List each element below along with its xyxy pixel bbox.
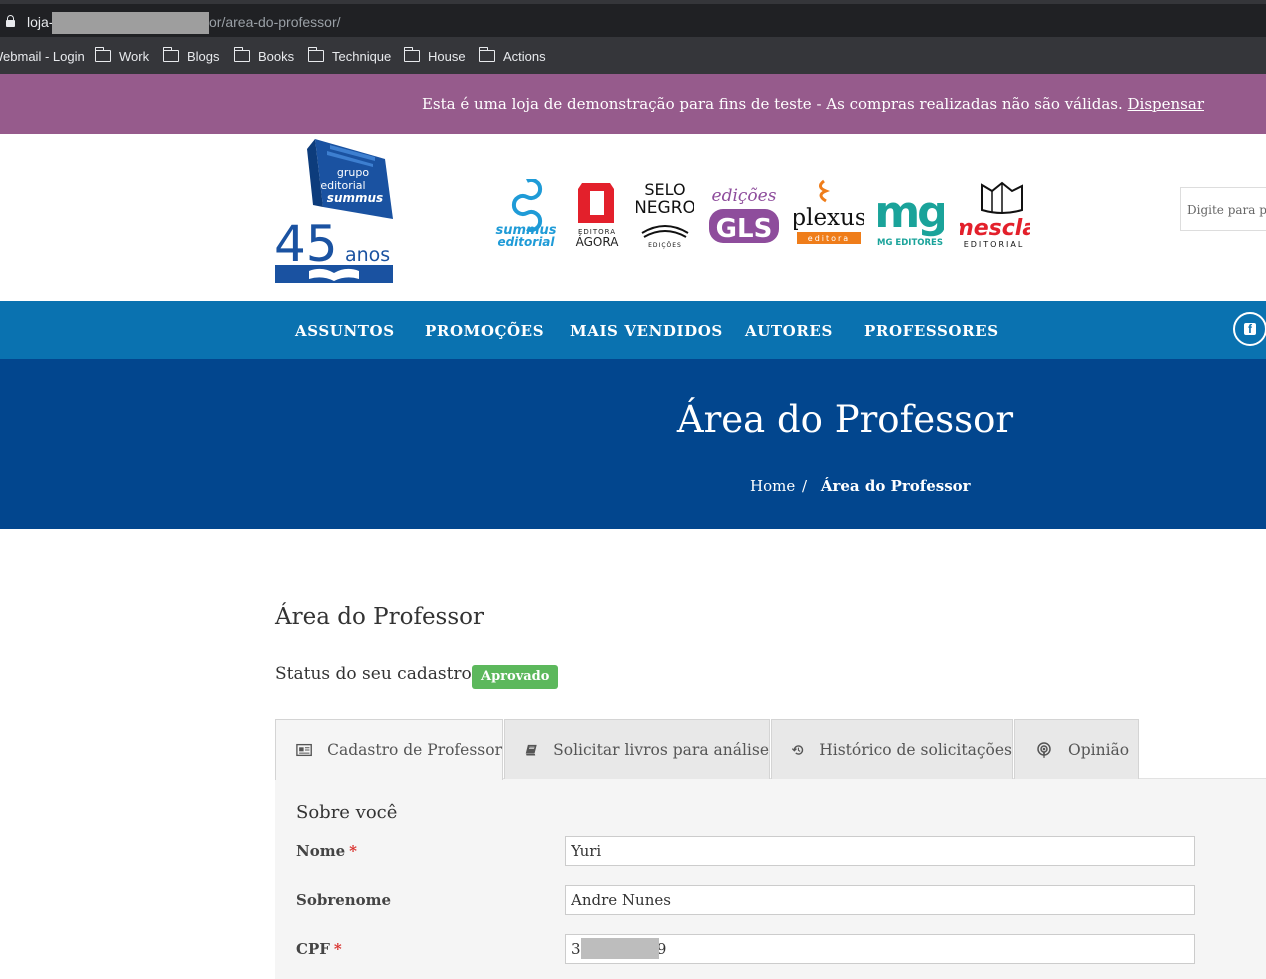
breadcrumb-current: Área do Professor bbox=[820, 477, 971, 495]
breadcrumb: Home / Área do Professor bbox=[750, 477, 971, 495]
breadcrumb-home-link[interactable]: Home bbox=[750, 477, 795, 495]
status-label: Status do seu cadastro: bbox=[275, 664, 478, 684]
mg-editores-logo[interactable]: mg MG EDITORES bbox=[876, 179, 944, 249]
page-hero-banner: Área do Professor Home / Área do Profess… bbox=[0, 359, 1266, 529]
mescla-editorial-logo[interactable]: mescla EDITORIAL bbox=[960, 179, 1030, 249]
tab-solicitar-livros[interactable]: Solicitar livros para análise bbox=[504, 719, 770, 779]
svg-text:NEGRO: NEGRO bbox=[636, 198, 694, 218]
tab-label: Solicitar livros para análise bbox=[553, 740, 769, 759]
dismiss-link[interactable]: Dispensar bbox=[1128, 95, 1204, 113]
svg-text:editora: editora bbox=[808, 234, 850, 243]
folder-icon bbox=[307, 47, 324, 62]
folder-icon bbox=[162, 47, 179, 62]
svg-text:SELO: SELO bbox=[644, 180, 685, 199]
tab-label: Cadastro de Professor bbox=[327, 741, 502, 759]
nav-item-autores[interactable]: AUTORES bbox=[745, 322, 833, 340]
bookmark-folder-actions[interactable]: Actions bbox=[478, 47, 546, 65]
facebook-icon[interactable]: f bbox=[1233, 312, 1266, 346]
cpf-redaction bbox=[581, 938, 659, 959]
grupo-summus-45-anos-logo[interactable]: grupo editorial summus 45 anos bbox=[275, 137, 395, 283]
bookmarks-bar: Webmail - Login Work Blogs Books Techniq… bbox=[0, 37, 1266, 74]
nav-item-assuntos[interactable]: ASSUNTOS bbox=[295, 322, 395, 340]
search-input[interactable]: Digite para pes bbox=[1180, 187, 1266, 231]
edicoes-gls-logo[interactable]: edições GLS bbox=[707, 179, 782, 249]
profile-card-icon bbox=[296, 743, 312, 757]
bookmark-folder-blogs[interactable]: Blogs bbox=[162, 47, 220, 65]
folder-icon bbox=[94, 47, 111, 62]
nome-input[interactable] bbox=[565, 836, 1195, 866]
folder-icon bbox=[233, 47, 250, 62]
url-host[interactable]: loja- bbox=[27, 14, 53, 30]
nav-item-promocoes[interactable]: PROMOÇÕES bbox=[425, 322, 544, 340]
plexus-editora-logo[interactable]: plexus editora bbox=[794, 179, 864, 249]
status-badge: Aprovado bbox=[472, 665, 559, 689]
notice-text: Esta é uma loja de demonstração para fin… bbox=[421, 95, 1123, 113]
tab-strip-edge bbox=[0, 0, 1266, 4]
section-title: Sobre você bbox=[296, 802, 398, 823]
nav-item-mais-vendidos[interactable]: MAIS VENDIDOS bbox=[570, 322, 723, 340]
history-icon bbox=[792, 744, 804, 755]
browser-address-bar[interactable]: loja- or/area-do-professor/ bbox=[0, 0, 1266, 37]
summus-editorial-logo[interactable]: summus editorial bbox=[495, 179, 557, 249]
required-asterisk: * bbox=[349, 842, 357, 860]
svg-text:edições: edições bbox=[712, 186, 777, 206]
breadcrumb-separator: / bbox=[802, 477, 808, 495]
selo-negro-logo[interactable]: SELO NEGRO EDIÇÕES bbox=[636, 179, 694, 249]
required-asterisk: * bbox=[333, 940, 342, 958]
svg-text:MG EDITORES: MG EDITORES bbox=[877, 238, 943, 248]
book-icon bbox=[525, 744, 537, 755]
page-title: Área do Professor bbox=[275, 604, 485, 630]
tab-cadastro-de-professor[interactable]: Cadastro de Professor bbox=[275, 719, 503, 780]
svg-text:EDIÇÕES: EDIÇÕES bbox=[648, 242, 682, 249]
svg-text:anos: anos bbox=[345, 244, 390, 266]
hero-title: Área do Professor bbox=[676, 398, 1014, 441]
svg-text:editorial: editorial bbox=[497, 235, 555, 249]
folder-icon bbox=[403, 47, 420, 62]
tab-historico-de-solicitacoes[interactable]: Histórico de solicitações bbox=[771, 719, 1013, 779]
url-redaction bbox=[52, 12, 209, 34]
cpf-input[interactable] bbox=[565, 934, 1195, 964]
nav-item-professores[interactable]: PROFESSORES bbox=[864, 322, 999, 340]
demo-store-notice: Esta é uma loja de demonstração para fin… bbox=[0, 74, 1266, 134]
bookmark-folder-technique[interactable]: Technique bbox=[307, 47, 391, 65]
sobrenome-input[interactable] bbox=[565, 885, 1195, 915]
editora-agora-logo[interactable]: EDITORA ÁGORA bbox=[574, 179, 620, 249]
tab-label: Histórico de solicitações bbox=[819, 740, 1012, 759]
svg-text:mg: mg bbox=[876, 187, 944, 238]
lock-icon[interactable] bbox=[6, 15, 15, 27]
bookmark-folder-work[interactable]: Work bbox=[94, 47, 149, 65]
svg-text:GLS: GLS bbox=[716, 214, 773, 244]
tab-opiniao[interactable]: Opinião bbox=[1014, 719, 1139, 779]
main-navigation: ASSUNTOS PROMOÇÕES MAIS VENDIDOS AUTORES… bbox=[0, 301, 1266, 359]
nome-label: Nome * bbox=[296, 842, 357, 860]
svg-text:plexus: plexus bbox=[794, 205, 864, 231]
svg-text:mescla: mescla bbox=[960, 216, 1030, 241]
site-header: grupo editorial summus 45 anos summus ed… bbox=[0, 134, 1266, 301]
bookmark-webmail[interactable]: Webmail - Login bbox=[0, 47, 85, 65]
bookmark-folder-books[interactable]: Books bbox=[233, 47, 294, 65]
folder-icon bbox=[478, 47, 495, 62]
sobrenome-label: Sobrenome bbox=[296, 891, 392, 909]
svg-text:summus: summus bbox=[327, 191, 383, 205]
cpf-label: CPF * bbox=[296, 940, 342, 958]
svg-text:45: 45 bbox=[275, 215, 338, 273]
podcast-icon bbox=[1037, 741, 1051, 758]
svg-text:ÁGORA: ÁGORA bbox=[576, 234, 620, 249]
url-path[interactable]: or/area-do-professor/ bbox=[209, 14, 341, 30]
tab-label: Opinião bbox=[1068, 740, 1130, 759]
svg-text:EDITORIAL: EDITORIAL bbox=[964, 240, 1025, 249]
bookmark-folder-house[interactable]: House bbox=[403, 47, 466, 65]
svg-text:grupo: grupo bbox=[337, 166, 369, 179]
